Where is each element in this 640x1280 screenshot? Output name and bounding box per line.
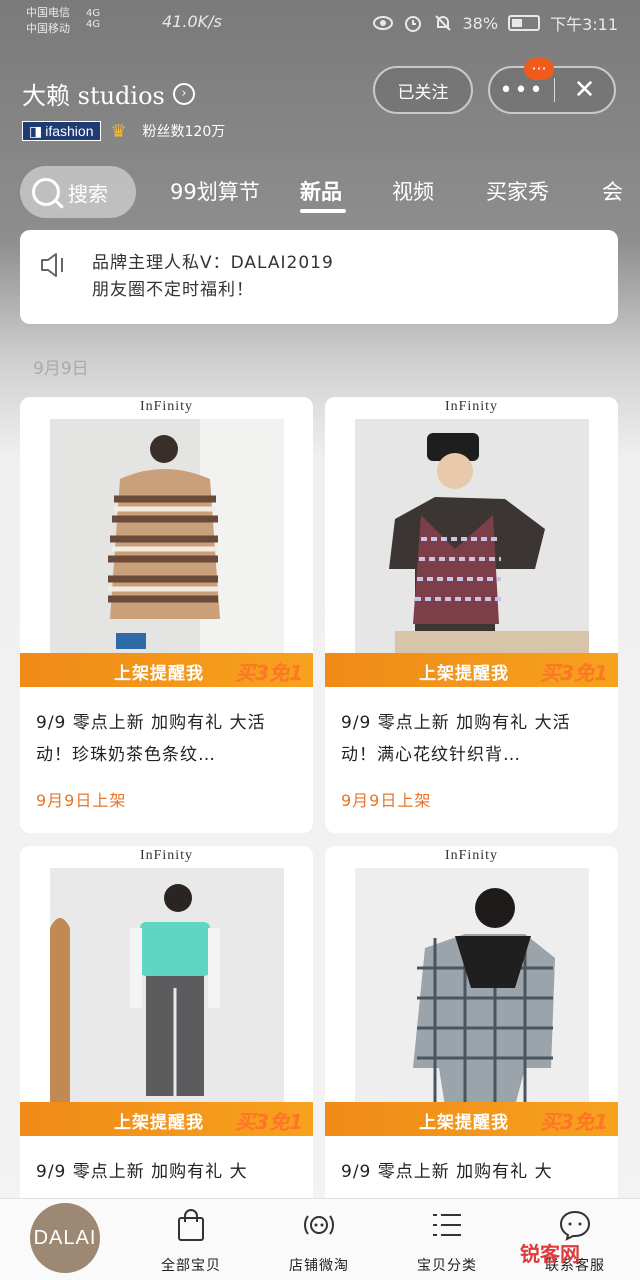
shop-name[interactable]: 大赖 studios › (22, 76, 195, 111)
watermark: 锐客网 (520, 1242, 580, 1266)
shopping-bag-icon (136, 1207, 246, 1243)
mute-icon (433, 13, 453, 33)
remind-label: 上架提醒我 (114, 664, 204, 684)
remind-label: 上架提醒我 (114, 1113, 204, 1133)
follow-button[interactable]: 已关注 (373, 66, 473, 114)
clock: 下午3:11 (550, 15, 618, 34)
product-title: 9/9 零点上新 加购有礼 大 (341, 1162, 553, 1182)
brand-name: InFinity (139, 399, 194, 414)
remind-banner[interactable]: 上架提醒我 买3免1 (325, 653, 618, 687)
eye-icon (372, 13, 393, 33)
product-image (50, 868, 284, 1106)
nav-all-items[interactable]: 全部宝贝 (136, 1207, 246, 1275)
crown-icon: ♛ (110, 120, 127, 142)
announcement-line-1: 品牌主理人私V：DALAI2019 (92, 253, 334, 273)
remind-label: 上架提醒我 (419, 664, 509, 684)
tab-buyer-show[interactable]: 买家秀 (486, 176, 549, 206)
product-title: 9/9 零点上新 加购有礼 大 (36, 1162, 248, 1182)
battery-percent: 38% (462, 13, 499, 33)
nav-label: 店铺微淘 (289, 1258, 349, 1274)
brand-name: InFinity (139, 848, 194, 863)
ifashion-text: ifashion (45, 123, 94, 139)
speaker-icon (41, 253, 63, 277)
tab-active-indicator (300, 209, 346, 213)
nav-label: 全部宝贝 (161, 1258, 221, 1274)
status-bar: 中国电信 中国移动 4G 4G 41.0K/s 38% 下午3:11 (0, 0, 640, 44)
nav-label: 宝贝分类 (417, 1258, 477, 1274)
tab-video[interactable]: 视频 (392, 176, 434, 206)
network-2: 4G (86, 19, 101, 30)
product-card[interactable]: InFinity 上架提醒我 买3免1 9/9 零点上新 加购有礼 大 (20, 846, 313, 1226)
product-card[interactable]: InFinity 上架提醒我 买3免1 9/9 零点上新 加购有礼 大 (325, 846, 618, 1226)
product-image (355, 868, 589, 1106)
launch-date: 9月9日上架 (341, 791, 432, 810)
search-button[interactable]: 搜索 (20, 166, 136, 218)
alarm-icon (403, 13, 423, 33)
tab-member[interactable]: 会 (602, 176, 623, 206)
carrier-1: 中国电信 (26, 6, 70, 19)
carrier-2: 中国移动 (26, 22, 70, 35)
more-dots-icon: ••• (499, 77, 545, 103)
promo-text: 买3免1 (540, 661, 608, 685)
tab-99-sale[interactable]: 99划算节 (170, 176, 260, 206)
product-image (50, 419, 284, 657)
shop-logo[interactable]: DALAI (30, 1203, 100, 1273)
announcement-card[interactable]: 品牌主理人私V：DALAI2019 朋友圈不定时福利！ (20, 230, 618, 324)
chevron-right-icon: › (172, 82, 195, 105)
remind-banner[interactable]: 上架提醒我 买3免1 (20, 653, 313, 687)
carrier-info: 中国电信 中国移动 (26, 5, 70, 37)
product-title: 9/9 零点上新 加购有礼 大活动！珍珠奶茶色条纹… (36, 713, 266, 765)
battery-icon (508, 15, 541, 31)
close-icon: ✕ (573, 75, 596, 105)
close-button[interactable]: ✕ (555, 68, 614, 112)
shop-badges: ◨ ifashion ♛ 粉丝数120万 (22, 120, 226, 142)
brand-name: InFinity (444, 399, 499, 414)
promo-text: 买3免1 (540, 1110, 608, 1134)
broadcast-icon (264, 1207, 374, 1243)
product-title: 9/9 零点上新 加购有礼 大活动！满心花纹针织背… (341, 713, 571, 765)
nav-shop-feed[interactable]: 店铺微淘 (264, 1207, 374, 1275)
section-date: 9月9日 (33, 359, 89, 379)
remind-banner[interactable]: 上架提醒我 买3免1 (325, 1102, 618, 1136)
tab-new-arrivals[interactable]: 新品 (300, 176, 342, 206)
announcement-text: 品牌主理人私V：DALAI2019 朋友圈不定时福利！ (92, 250, 334, 304)
brand-name: InFinity (444, 848, 499, 863)
product-card[interactable]: InFinity 上架提醒我 买3免1 9/9 零点上新 加购有礼 大活动！满心… (325, 397, 618, 833)
search-icon (32, 178, 60, 206)
remind-label: 上架提醒我 (419, 1113, 509, 1133)
search-label: 搜索 (68, 181, 108, 206)
status-right: 38% 下午3:11 (372, 11, 618, 35)
launch-date: 9月9日上架 (36, 791, 127, 810)
product-card[interactable]: InFinity 上架提醒我 买3免1 9/9 零点上新 加购有礼 大活动！珍珠… (20, 397, 313, 833)
remind-banner[interactable]: 上架提醒我 买3免1 (20, 1102, 313, 1136)
promo-text: 买3免1 (235, 1110, 303, 1134)
network-speed: 41.0K/s (162, 12, 222, 31)
announcement-line-2: 朋友圈不定时福利！ (92, 280, 254, 300)
promo-text: 买3免1 (235, 661, 303, 685)
network-type: 4G 4G (86, 8, 100, 30)
list-icon (392, 1207, 502, 1243)
fans-count: 粉丝数120万 (142, 124, 226, 140)
shop-name-text: 大赖 studios (22, 82, 165, 110)
notification-badge: ··· (524, 58, 554, 80)
network-1: 4G (86, 8, 101, 19)
ifashion-logo-icon: ◨ (29, 122, 43, 139)
product-image (355, 419, 589, 657)
ifashion-badge: ◨ ifashion (22, 121, 101, 141)
nav-categories[interactable]: 宝贝分类 (392, 1207, 502, 1275)
